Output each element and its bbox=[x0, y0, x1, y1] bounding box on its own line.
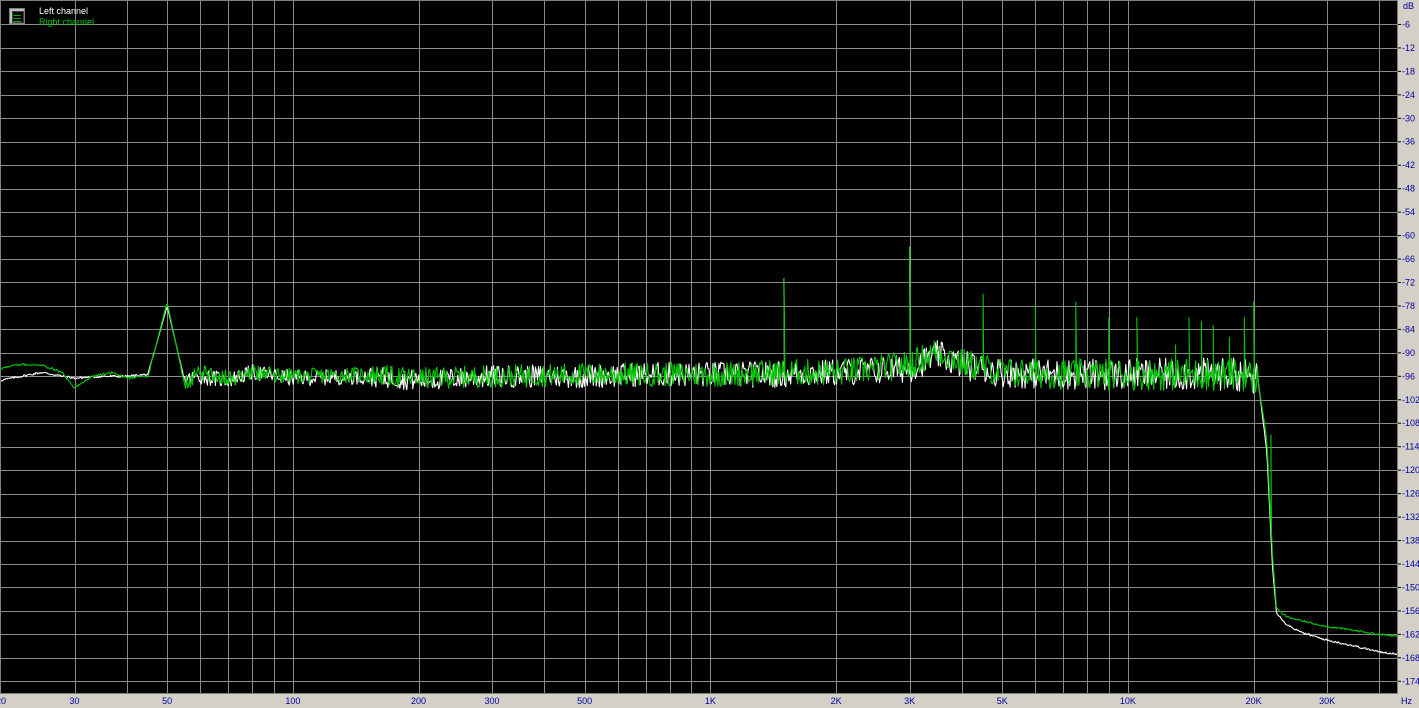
y-tick-label: -30 bbox=[1402, 113, 1415, 123]
y-tick-label: -36 bbox=[1402, 137, 1415, 147]
legend-right-channel: Right channel bbox=[39, 17, 95, 27]
y-tick-label: -138 bbox=[1402, 536, 1419, 546]
y-tick-label: -84 bbox=[1402, 324, 1415, 334]
y-tick-label: -66 bbox=[1402, 254, 1415, 264]
y-tick-label: -24 bbox=[1402, 90, 1415, 100]
y-tick-label: -126 bbox=[1402, 489, 1419, 499]
y-tick-label: -18 bbox=[1402, 66, 1415, 76]
y-tick-label: -114 bbox=[1402, 442, 1419, 452]
plot-area bbox=[1, 1, 1397, 693]
y-tick-label: -90 bbox=[1402, 348, 1415, 358]
y-tick-label: -144 bbox=[1402, 559, 1419, 569]
spectrum-window-icon[interactable] bbox=[9, 8, 25, 24]
y-unit-label: dB bbox=[1403, 1, 1414, 11]
y-tick-label: -72 bbox=[1402, 277, 1415, 287]
x-tick-label: 20 bbox=[0, 696, 6, 706]
x-tick-label: 200 bbox=[411, 696, 426, 706]
y-tick-label: -174 bbox=[1402, 676, 1419, 686]
x-unit-label: Hz bbox=[1401, 696, 1412, 706]
spectrum-svg: -6 -12 -18 -24 -30 -36 -42 -48 -54 -60 -66 -72 -78 -8… bbox=[0, 0, 1419, 708]
y-tick-label: -162 bbox=[1402, 629, 1419, 639]
y-tick-label: -48 bbox=[1402, 184, 1415, 194]
x-tick-label: 2K bbox=[831, 696, 842, 706]
x-tick-label: 50 bbox=[162, 696, 172, 706]
x-tick-label: 10K bbox=[1120, 696, 1136, 706]
x-tick-label: 30 bbox=[70, 696, 80, 706]
x-tick-label: 3K bbox=[904, 696, 915, 706]
y-tick-label: -150 bbox=[1402, 582, 1419, 592]
y-tick-label: -42 bbox=[1402, 160, 1415, 170]
x-tick-label: 30K bbox=[1319, 696, 1335, 706]
x-tick-label: 100 bbox=[285, 696, 300, 706]
legend-left-channel: Left channel bbox=[39, 6, 89, 16]
y-tick-label: -54 bbox=[1402, 207, 1415, 217]
y-tick-label: -6 bbox=[1402, 19, 1410, 29]
y-tick-label: -96 bbox=[1402, 371, 1415, 381]
y-tick-label: -60 bbox=[1402, 231, 1415, 241]
y-tick-label: -78 bbox=[1402, 301, 1415, 311]
y-tick-label: -168 bbox=[1402, 653, 1419, 663]
y-tick-label: -102 bbox=[1402, 395, 1419, 405]
x-tick-label: 300 bbox=[485, 696, 500, 706]
y-tick-label: -120 bbox=[1402, 465, 1419, 475]
y-tick-label: -12 bbox=[1402, 43, 1415, 53]
x-tick-label: 20K bbox=[1246, 696, 1262, 706]
x-tick-label: 5K bbox=[997, 696, 1008, 706]
spectrum-chart: -6 -12 -18 -24 -30 -36 -42 -48 -54 -60 -66 -72 -78 -8… bbox=[0, 0, 1419, 708]
x-tick-label: 1K bbox=[705, 696, 716, 706]
y-tick-label: -156 bbox=[1402, 606, 1419, 616]
y-tick-label: -108 bbox=[1402, 418, 1419, 428]
x-tick-label: 500 bbox=[577, 696, 592, 706]
y-tick-label: -132 bbox=[1402, 512, 1419, 522]
